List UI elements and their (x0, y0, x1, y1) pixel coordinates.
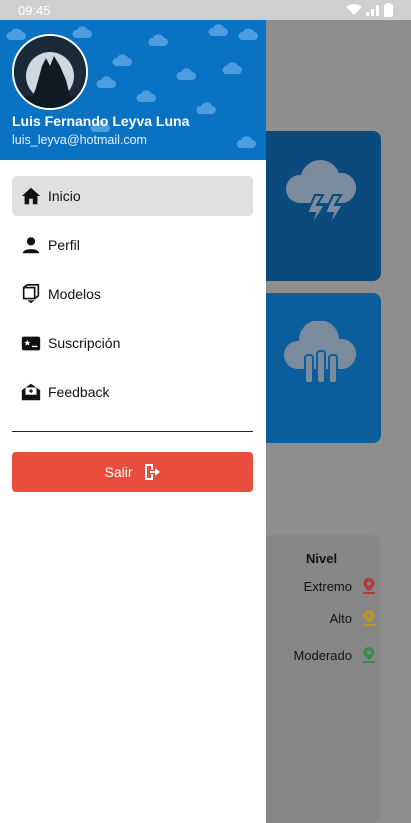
signal-icon (366, 5, 379, 16)
cloud-pattern-icon (148, 34, 168, 46)
home-icon (21, 187, 41, 205)
logout-label: Salir (104, 464, 133, 480)
menu-item-perfil[interactable]: Perfil (12, 225, 253, 265)
legend-label: Moderado (293, 647, 352, 663)
user-email: luis_leyva@hotmail.com (12, 133, 147, 147)
wolf-avatar-icon (14, 36, 86, 108)
legend-row-extremo: Extremo (266, 577, 376, 595)
menu-item-label: Feedback (48, 384, 110, 400)
cloud-pattern-icon (176, 68, 196, 80)
legend-row-moderado: Moderado (266, 646, 376, 664)
map-pin-red-icon (363, 578, 375, 594)
drawer-menu: Inicio Perfil Modelos Suscripción Feedba… (12, 176, 253, 421)
cube-icon (22, 284, 40, 304)
map-pin-green-icon (363, 647, 375, 663)
cloud-pattern-icon (238, 28, 258, 40)
navigation-drawer: Luis Fernando Leyva Luna luis_leyva@hotm… (0, 20, 266, 823)
legend-title: Nivel (306, 551, 338, 566)
status-time: 09:45 (18, 2, 51, 18)
menu-item-modelos[interactable]: Modelos (12, 274, 253, 314)
menu-item-label: Inicio (48, 188, 81, 204)
envelope-icon (21, 383, 41, 401)
cloud-pattern-icon (6, 28, 26, 40)
menu-item-feedback[interactable]: Feedback (12, 372, 253, 412)
menu-item-inicio[interactable]: Inicio (12, 176, 253, 216)
user-name: Luis Fernando Leyva Luna (12, 113, 190, 129)
cloud-pattern-icon (72, 26, 92, 38)
map-pin-yellow-icon (363, 610, 375, 626)
legend-label: Alto (329, 610, 352, 626)
status-bar: 09:45 (0, 0, 411, 20)
drawer-header: Luis Fernando Leyva Luna luis_leyva@hotm… (0, 20, 266, 160)
menu-divider (12, 431, 253, 432)
legend-label: Extremo (303, 578, 352, 594)
menu-item-label: Modelos (48, 286, 101, 302)
person-icon (22, 237, 40, 254)
storm-card[interactable] (250, 131, 381, 281)
battery-icon (384, 3, 393, 17)
menu-item-label: Suscripción (48, 335, 121, 351)
cloud-pattern-icon (236, 136, 256, 148)
avatar[interactable] (12, 34, 88, 110)
card-star-icon (21, 336, 41, 351)
wifi-icon (346, 4, 362, 16)
cloud-pattern-icon (112, 54, 132, 66)
cloud-pattern-icon (96, 76, 116, 88)
rain-cloud-icon (283, 321, 357, 384)
storm-cloud-icon (285, 160, 357, 228)
logout-icon (144, 464, 160, 480)
cloud-pattern-icon (208, 24, 228, 36)
menu-item-suscripcion[interactable]: Suscripción (12, 323, 253, 363)
cloud-pattern-icon (196, 102, 216, 114)
cloud-pattern-icon (136, 90, 156, 102)
rain-card[interactable] (250, 293, 381, 443)
cloud-pattern-icon (222, 62, 242, 74)
logout-button[interactable]: Salir (12, 452, 253, 492)
status-icons (346, 3, 393, 17)
legend-row-alto: Alto (266, 609, 376, 627)
menu-item-label: Perfil (48, 237, 80, 253)
